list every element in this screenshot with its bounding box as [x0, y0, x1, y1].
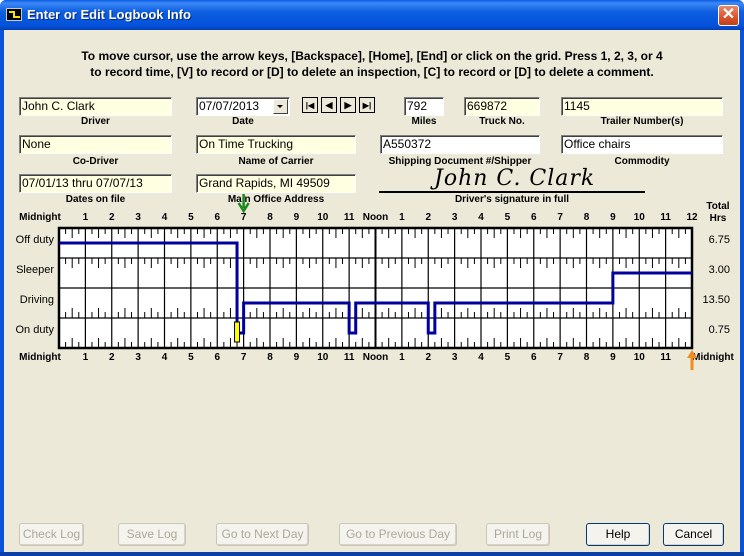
title-bar[interactable]: Enter or Edit Logbook Info ✕ — [0, 0, 744, 30]
previous-day-text-button[interactable]: Go to Previous Day — [339, 523, 457, 546]
next-day-label: Go to Next Day — [221, 527, 304, 541]
cancel-label: Cancel — [674, 527, 713, 541]
previous-day-label: Go to Previous Day — [345, 527, 451, 541]
cursor-arrow-icon[interactable] — [687, 350, 697, 370]
save-log-label: Save Log — [126, 527, 178, 541]
check-log-label: Check Log — [22, 527, 81, 541]
help-button[interactable]: Help — [586, 523, 650, 546]
close-icon: ✕ — [721, 6, 736, 23]
help-label: Help — [605, 527, 631, 541]
logbook-dialog: Enter or Edit Logbook Info ✕ To move cur… — [0, 0, 744, 556]
save-log-button[interactable]: Save Log — [118, 523, 186, 546]
close-button[interactable]: ✕ — [718, 5, 739, 26]
dialog-body: To move cursor, use the arrow keys, [Bac… — [4, 30, 740, 552]
next-day-text-button[interactable]: Go to Next Day — [216, 523, 309, 546]
duty-status-grid[interactable] — [4, 30, 740, 552]
print-log-label: Print Log — [493, 527, 543, 541]
start-arrow-icon — [237, 194, 250, 214]
inspection-marker — [234, 321, 241, 343]
cancel-button[interactable]: Cancel — [663, 523, 724, 546]
check-log-button[interactable]: Check Log — [19, 523, 84, 546]
print-log-button[interactable]: Print Log — [486, 523, 550, 546]
window-border — [0, 552, 744, 556]
window-title: Enter or Edit Logbook Info — [27, 7, 191, 22]
app-icon — [6, 8, 22, 21]
